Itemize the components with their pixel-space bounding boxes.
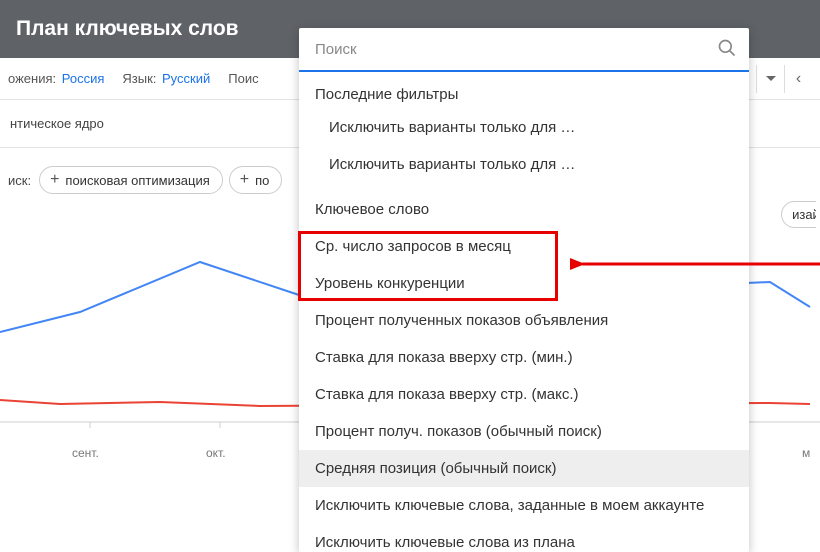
filter-language-label: Язык: [122,71,156,86]
popup-option[interactable]: Процент полученных показов объявления [299,302,749,339]
filter-language[interactable]: Язык: Русский [122,71,210,86]
popup-option[interactable]: Ставка для показа вверху стр. (мин.) [299,339,749,376]
filter-location-value: Россия [62,71,105,86]
popup-option[interactable]: Ставка для показа вверху стр. (макс.) [299,376,749,413]
chevron-down-icon [766,76,776,81]
filter-location-label: ожения: [8,71,56,86]
collapse-button[interactable]: ‹ [784,65,812,93]
popup-scroll[interactable]: Последние фильтры Исключить варианты тол… [299,72,749,552]
popup-option[interactable]: Исключить ключевые слова, заданные в мое… [299,487,749,524]
plus-icon: + [240,172,249,188]
filter-search-label: Поис [228,71,258,86]
filter-language-value: Русский [162,71,210,86]
popup-option[interactable]: Ср. число запросов в месяц [299,228,749,265]
popup-option[interactable]: Средняя позиция (обычный поиск) [299,450,749,487]
search-icon [717,38,737,61]
popup-section-head: Последние фильтры [299,72,749,109]
xtick: сент. [72,446,99,460]
chip[interactable]: + поисковая оптимизация [39,166,223,194]
chip-label: по [255,173,269,188]
xtick: окт. [206,446,226,460]
xtick: м [802,446,810,460]
popup-option[interactable]: Ключевое слово [299,191,749,228]
filter-location[interactable]: ожения: Россия [8,71,104,86]
filter-popup: Последние фильтры Исключить варианты тол… [299,28,749,552]
popup-option[interactable]: Исключить варианты только для … [299,146,749,183]
page-title: План ключевых слов [16,17,239,41]
popup-option[interactable]: Исключить ключевые слова из плана [299,524,749,552]
search-input[interactable] [315,41,717,58]
plus-icon: + [50,172,59,188]
popup-search-row [299,28,749,72]
chips-label: иск: [8,173,31,188]
dropdown-button[interactable] [756,65,784,93]
popup-option[interactable]: Процент получ. показов (обычный поиск) [299,413,749,450]
chip[interactable]: + по [229,166,283,194]
section-label-text: нтическое ядро [10,116,104,131]
filter-search-partial[interactable]: Поис [228,71,258,86]
chevron-left-icon: ‹ [796,70,801,88]
popup-option[interactable]: Исключить варианты только для … [299,109,749,146]
chip-label: поисковая оптимизация [65,173,209,188]
popup-option[interactable]: Уровень конкуренции [299,265,749,302]
